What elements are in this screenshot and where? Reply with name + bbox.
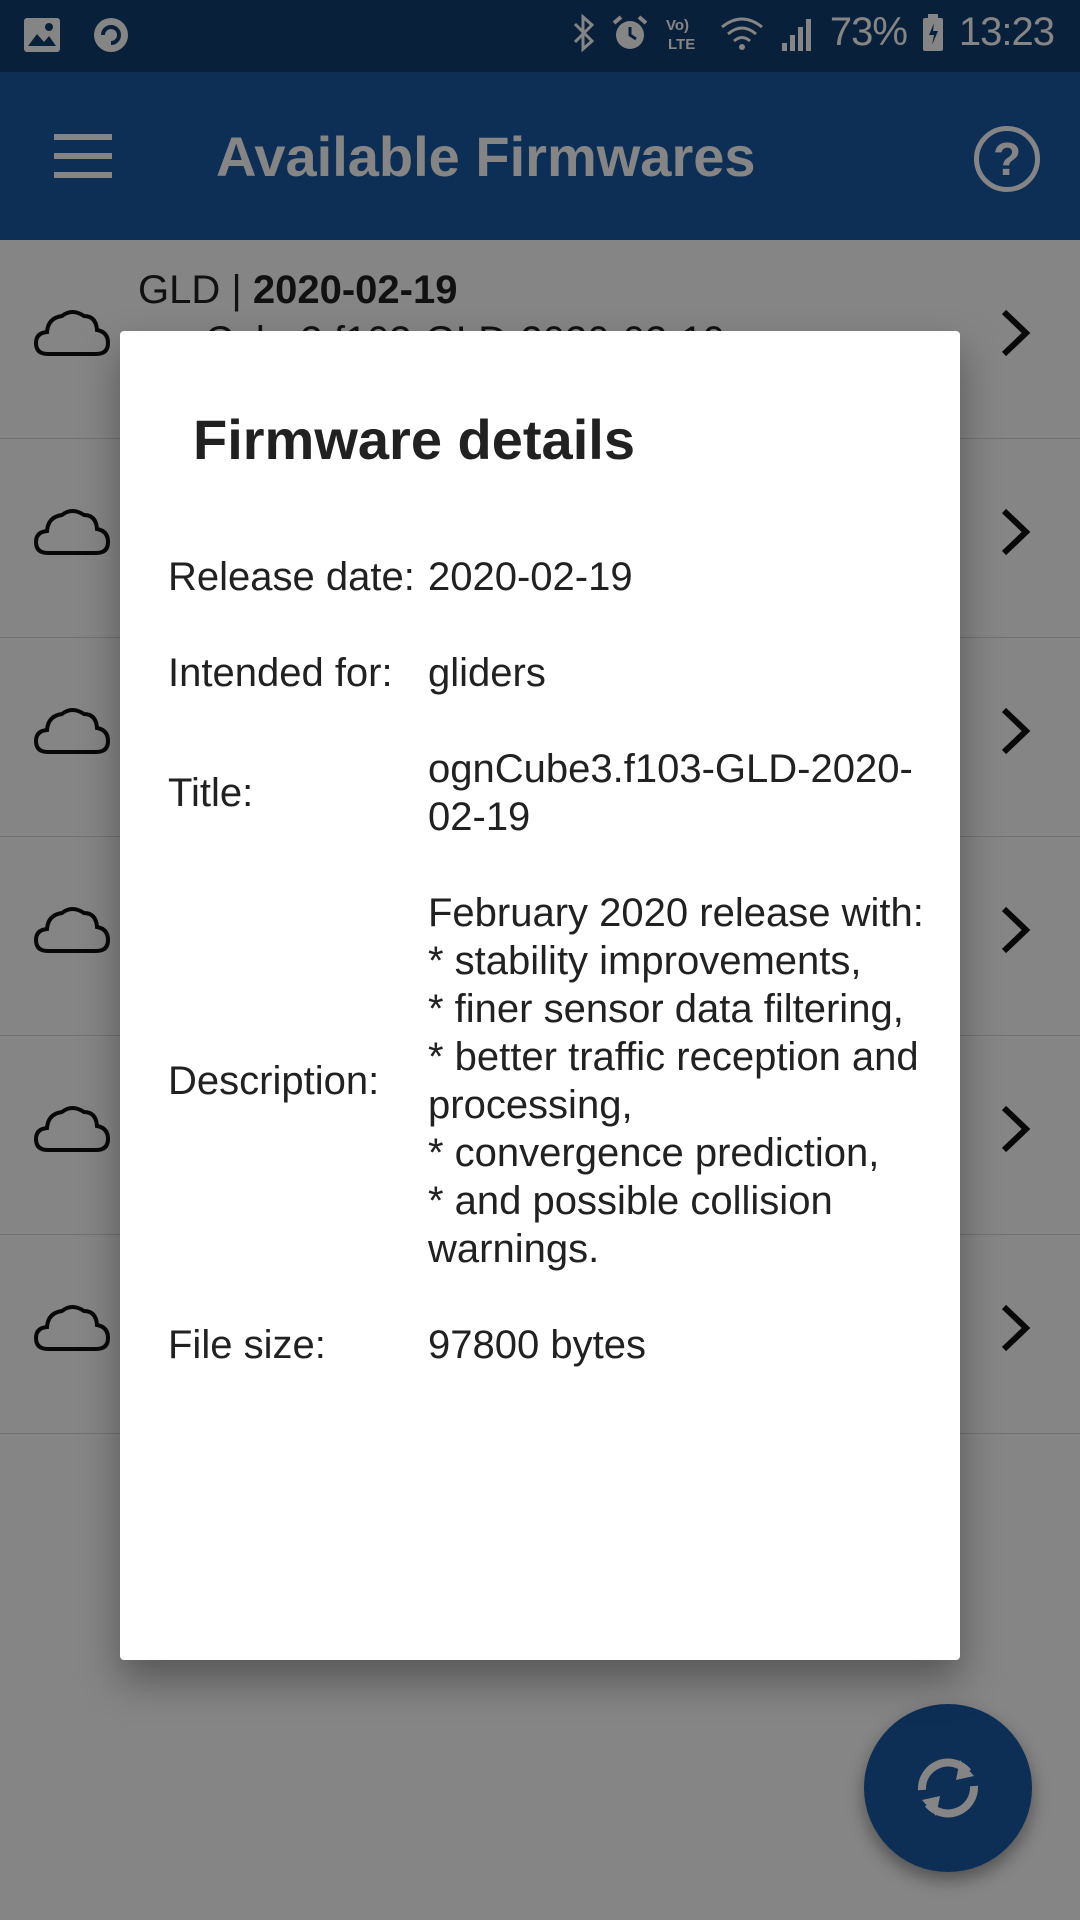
- details-table: Release date: 2020-02-19 Intended for: g…: [168, 553, 928, 1417]
- title-value: ognCube3.f103-GLD-2020-02-19: [428, 747, 913, 839]
- file-size-label: File size:: [168, 1323, 326, 1367]
- description-value: February 2020 release with: * stability …: [428, 891, 924, 1271]
- release-date-row: Release date: 2020-02-19: [168, 553, 928, 601]
- intended-for-value: gliders: [428, 651, 546, 695]
- description-label: Description:: [168, 1059, 380, 1103]
- description-row: Description: February 2020 release with:…: [168, 889, 928, 1273]
- release-date-value: 2020-02-19: [428, 555, 633, 599]
- firmware-details-dialog: Firmware details Release date: 2020-02-1…: [120, 331, 960, 1660]
- intended-for-row: Intended for: gliders: [168, 649, 928, 697]
- intended-for-label: Intended for:: [168, 651, 393, 695]
- file-size-row: File size: 97800 bytes: [168, 1321, 928, 1369]
- dialog-title: Firmware details: [193, 408, 635, 471]
- title-row: Title: ognCube3.f103-GLD-2020-02-19: [168, 745, 928, 841]
- release-date-label: Release date:: [168, 555, 415, 599]
- file-size-value: 97800 bytes: [428, 1323, 646, 1367]
- title-label: Title:: [168, 771, 254, 815]
